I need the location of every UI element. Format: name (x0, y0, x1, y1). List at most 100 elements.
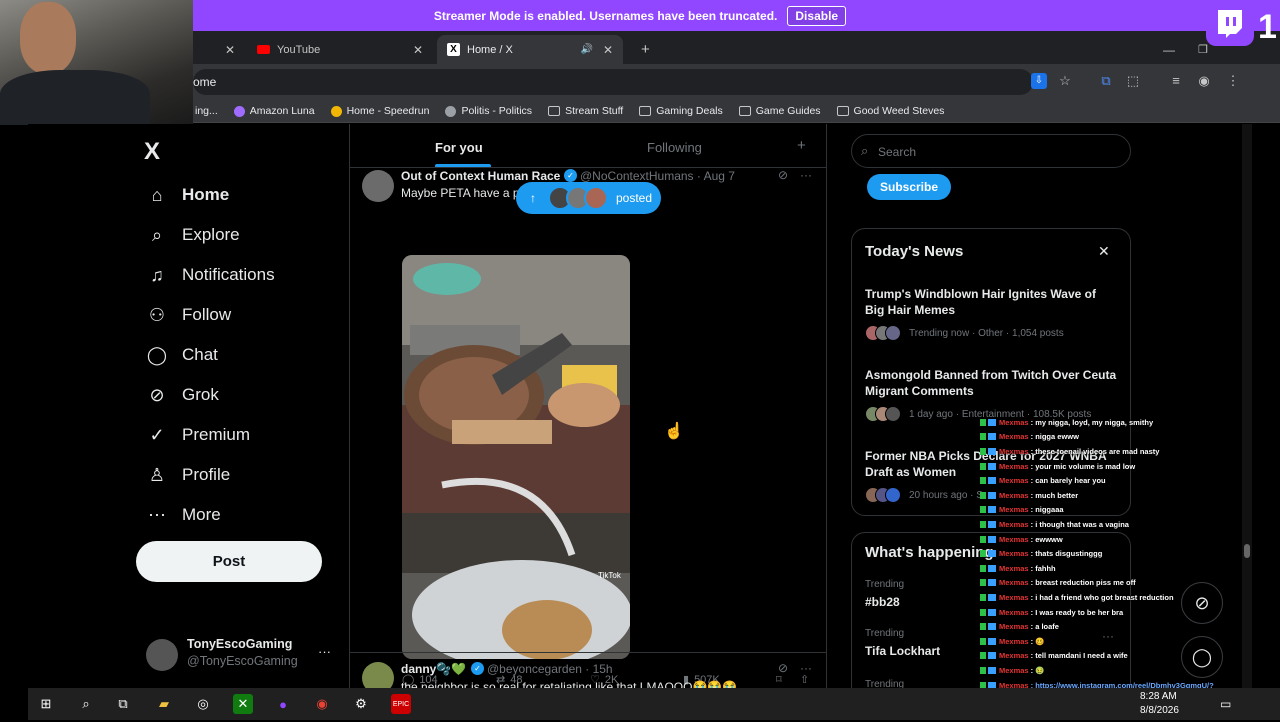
app-icon[interactable]: ● (273, 694, 293, 714)
nav-label: Grok (182, 385, 219, 404)
chrome-menu-icon[interactable]: ⋮ (1225, 73, 1241, 89)
tweet-author[interactable]: Out of Context Human Race (401, 169, 560, 183)
disable-button[interactable]: Disable (787, 5, 847, 26)
nav-item-follow[interactable]: ⚇ Follow (146, 300, 231, 330)
bookmark-amazon-luna[interactable]: Amazon Luna (233, 105, 315, 117)
nav-item-notifications[interactable]: ♫ Notifications (146, 260, 274, 290)
news-item[interactable]: Asmongold Banned from Twitch Over Ceuta … (852, 364, 1130, 424)
notifications-icon[interactable]: ▭ (1220, 697, 1231, 711)
new-posts-pill[interactable]: ↑ posted (516, 182, 661, 214)
tab-home-x[interactable]: X Home / X 🔊 ✕ (437, 35, 623, 64)
nav-label: More (182, 505, 221, 524)
close-icon[interactable]: ✕ (1098, 243, 1110, 260)
tweet-handle[interactable]: @beyoncegarden · 15h (487, 662, 613, 676)
close-tab-icon[interactable]: ✕ (225, 43, 235, 57)
more-icon[interactable]: ··· (800, 168, 812, 182)
xbox-icon[interactable]: ✕ (233, 694, 253, 714)
url-text: ome (193, 75, 217, 89)
tab-youtube[interactable]: YouTube ✕ (247, 35, 433, 64)
scrollbar-thumb[interactable] (1244, 544, 1250, 558)
grok-icon[interactable]: ⊘ (778, 168, 788, 182)
bookmark-stream-stuff[interactable]: Stream Stuff (548, 105, 623, 117)
grok-icon[interactable]: ⊘ (778, 661, 788, 675)
add-tab-icon[interactable]: + (797, 137, 806, 154)
profile-avatar-icon[interactable]: ◉ (1196, 73, 1212, 89)
tweet[interactable]: Out of Context Human Race ✓ @NoContextHu… (350, 168, 826, 686)
bookmark-gaming-deals[interactable]: Gaming Deals (639, 105, 723, 117)
steam-icon[interactable]: ◎ (193, 694, 213, 714)
tweet-video[interactable]: TikTok (402, 255, 630, 659)
trend-more-icon[interactable]: ··· (1102, 629, 1114, 643)
globe-icon (445, 105, 457, 117)
page-scrollbar[interactable] (1242, 124, 1252, 688)
address-bar[interactable]: ome (193, 69, 1033, 95)
bookmark-star-icon[interactable]: ☆ (1057, 73, 1073, 89)
tweet-author[interactable]: danny🫧💚 (401, 662, 466, 676)
extensions-puzzle-icon[interactable]: ⬚ (1125, 73, 1141, 89)
nav-item-chat[interactable]: ◯ Chat (146, 340, 218, 370)
tweet-handle[interactable]: @NoContextHumans · Aug 7 (580, 169, 735, 183)
trend-name[interactable]: Tifa Lockhart (865, 644, 940, 658)
tweet[interactable]: danny🫧💚 ✓ @beyoncegarden · 15h ⊘ ··· the… (350, 660, 826, 688)
streamer-suit (0, 70, 150, 125)
task-view-icon[interactable]: ⧉ (113, 694, 133, 714)
bookmark-game-guides[interactable]: Game Guides (738, 105, 821, 117)
windows-start-icon[interactable]: ⊞ (36, 694, 56, 714)
install-app-icon[interactable]: ⇩ (1031, 73, 1047, 89)
news-item[interactable]: Former NBA Picks Declare for 2027 WNBA D… (852, 445, 1130, 505)
bookmark-item[interactable]: ing... (195, 105, 218, 117)
clock-date[interactable]: 8/8/2026 (1140, 705, 1179, 716)
news-title: Former NBA Picks Declare for 2027 WNBA D… (865, 449, 1107, 479)
close-tab-icon[interactable]: ✕ (603, 43, 613, 57)
nav-item-profile[interactable]: ♙ Profile (146, 460, 230, 490)
folder-icon (639, 106, 652, 116)
webcam-overlay (0, 0, 193, 125)
nav-item-premium[interactable]: ✓ Premium (146, 420, 250, 450)
bookmark-speedrun[interactable]: Home - Speedrun (330, 105, 429, 117)
nav-item-more[interactable]: ⋯ More (146, 500, 221, 530)
trend-name[interactable]: #bb28 (865, 595, 900, 609)
minimize-button[interactable]: — (1153, 35, 1185, 64)
audio-icon[interactable]: 🔊 (580, 44, 592, 55)
tab-partial[interactable]: ✕ (193, 35, 245, 64)
reading-list-icon[interactable]: ≡ (1168, 73, 1184, 89)
avatar (146, 639, 178, 671)
nav-item-home[interactable]: ⌂ Home (146, 180, 230, 210)
file-explorer-icon[interactable]: ▰ (154, 694, 174, 714)
nav-item-explore[interactable]: ⌕ Explore (146, 220, 240, 250)
close-tab-icon[interactable]: ✕ (413, 43, 423, 57)
todays-news-card: Today's News ✕ Trump's Windblown Hair Ig… (851, 228, 1131, 516)
messages-fab-icon[interactable]: ◯ (1181, 636, 1223, 678)
search-input[interactable]: ⌕ Search (851, 134, 1131, 168)
more-icon[interactable]: ··· (800, 661, 812, 675)
tab-following[interactable]: Following (647, 140, 702, 155)
news-item[interactable]: Trump's Windblown Hair Ignites Wave of B… (852, 283, 1130, 343)
account-more-icon[interactable]: ··· (318, 644, 331, 659)
extension-icon[interactable]: ⧉ (1098, 73, 1114, 89)
nav-item-grok[interactable]: ⊘ Grok (146, 380, 219, 410)
bookmark-politics[interactable]: Politis - Politics (445, 105, 532, 117)
account-switcher[interactable]: TonyEscoGaming @TonyEscoGaming ··· (146, 636, 346, 676)
chrome-icon[interactable]: ◉ (312, 694, 332, 714)
chat-icon: ◯ (146, 344, 168, 365)
subscribe-button[interactable]: Subscribe (867, 174, 951, 200)
nav-label: Follow (182, 305, 232, 324)
settings-gear-icon[interactable]: ⚙ (351, 694, 371, 714)
avatar[interactable] (362, 170, 394, 202)
avatar[interactable] (362, 662, 394, 688)
avatar (584, 186, 608, 210)
clock-time[interactable]: 8:28 AM (1140, 691, 1177, 702)
tiktok-watermark: TikTok (598, 571, 621, 580)
bookmark-good-weed-steves[interactable]: Good Weed Steves (836, 105, 944, 117)
search-icon: ⌕ (151, 224, 163, 245)
tab-for-you[interactable]: For you (435, 140, 483, 155)
search-icon[interactable]: ⌕ (76, 694, 96, 714)
happening-title: What's happening (865, 544, 994, 561)
x-logo-icon[interactable]: X (144, 138, 160, 166)
x-favicon-icon: X (447, 43, 460, 56)
luna-icon (233, 105, 245, 117)
post-button[interactable]: Post (136, 541, 322, 582)
grok-fab-icon[interactable]: ⊘ (1181, 582, 1223, 624)
new-tab-button[interactable]: + (631, 35, 655, 64)
epic-games-icon[interactable]: EPIC (391, 694, 411, 714)
